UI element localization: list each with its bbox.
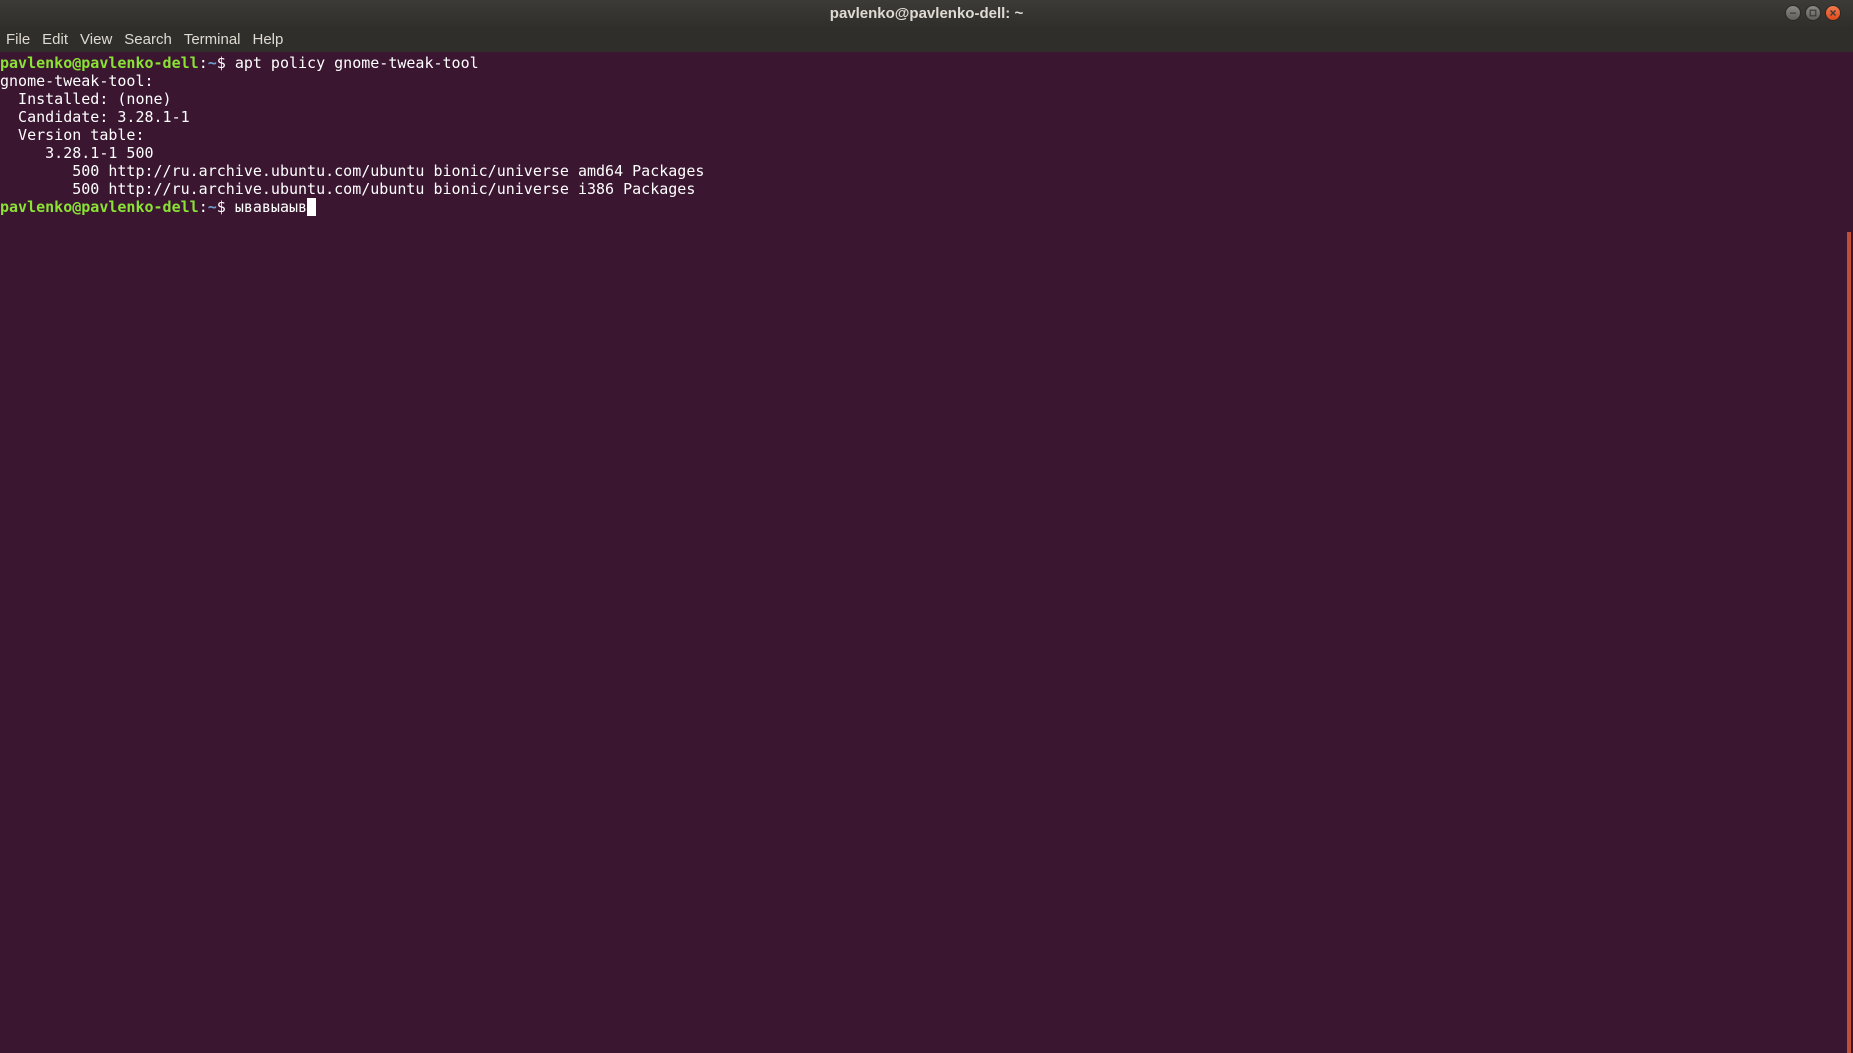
command-line-2: pavlenko@pavlenko-dell:~$ ывавыаыв xyxy=(0,198,1853,216)
menu-view[interactable]: View xyxy=(76,28,116,52)
window-controls xyxy=(1785,5,1841,21)
text-cursor xyxy=(307,198,317,216)
current-input: ывавыаыв xyxy=(234,198,308,216)
maximize-button[interactable] xyxy=(1805,5,1821,21)
menu-edit[interactable]: Edit xyxy=(38,28,72,52)
prompt-colon: : xyxy=(198,54,208,72)
maximize-icon xyxy=(1809,9,1817,17)
terminal-area[interactable]: pavlenko@pavlenko-dell:~$ apt policy gno… xyxy=(0,52,1853,1053)
prompt-path: ~ xyxy=(207,198,217,216)
minimize-button[interactable] xyxy=(1785,5,1801,21)
menu-search[interactable]: Search xyxy=(120,28,176,52)
scrollbar[interactable] xyxy=(1847,232,1851,1053)
output-line: gnome-tweak-tool: xyxy=(0,72,154,90)
prompt-colon: : xyxy=(198,198,208,216)
output-line: Version table: xyxy=(0,126,145,144)
prompt-symbol: $ xyxy=(216,198,235,216)
prompt-path: ~ xyxy=(207,54,217,72)
prompt-symbol: $ xyxy=(216,54,235,72)
close-button[interactable] xyxy=(1825,5,1841,21)
menu-terminal[interactable]: Terminal xyxy=(180,28,245,52)
menu-file[interactable]: File xyxy=(2,28,34,52)
terminal-window: pavlenko@pavlenko-dell: ~ File Edit View… xyxy=(0,0,1853,1053)
menu-bar: File Edit View Search Terminal Help xyxy=(0,28,1853,52)
output-line: 500 http://ru.archive.ubuntu.com/ubuntu … xyxy=(0,180,696,198)
command-line-1: pavlenko@pavlenko-dell:~$ apt policy gno… xyxy=(0,54,1853,72)
close-icon xyxy=(1830,10,1836,16)
output-line: Installed: (none) xyxy=(0,90,172,108)
output-line: Candidate: 3.28.1-1 xyxy=(0,108,190,126)
output-line: 3.28.1-1 500 xyxy=(0,144,154,162)
output-line: 500 http://ru.archive.ubuntu.com/ubuntu … xyxy=(0,162,705,180)
minimize-icon xyxy=(1790,12,1796,14)
menu-help[interactable]: Help xyxy=(249,28,288,52)
prompt-user-host: pavlenko@pavlenko-dell xyxy=(0,54,199,72)
window-title: pavlenko@pavlenko-dell: ~ xyxy=(829,5,1024,22)
command-text: apt policy gnome-tweak-tool xyxy=(234,54,479,72)
title-bar[interactable]: pavlenko@pavlenko-dell: ~ xyxy=(0,0,1853,28)
prompt-user-host: pavlenko@pavlenko-dell xyxy=(0,198,199,216)
